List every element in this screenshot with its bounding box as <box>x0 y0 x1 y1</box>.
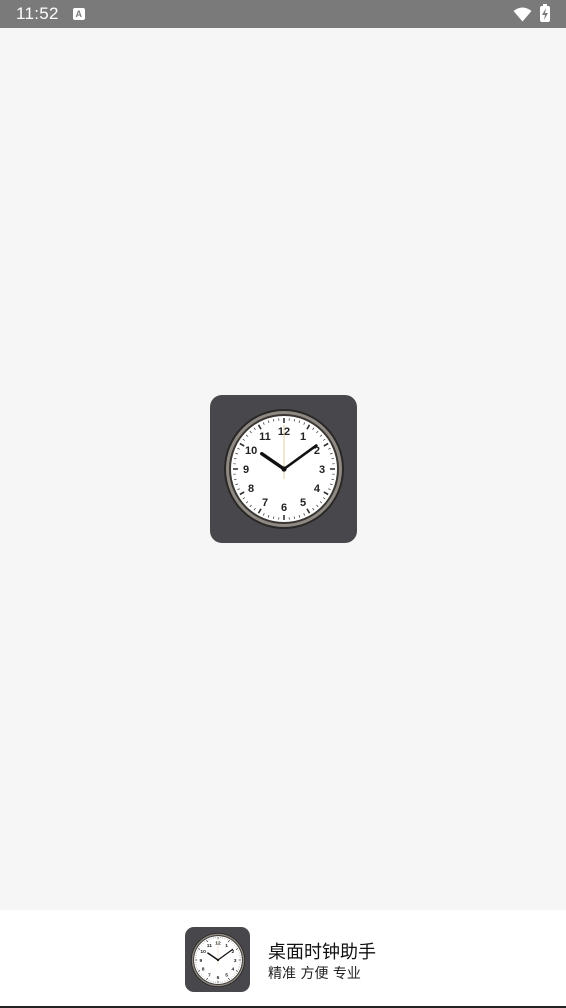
bottom-brand-bar: 12 1 2 3 4 5 6 7 8 9 10 11 桌面时钟助手 精准 方便 专业 <box>0 910 566 1008</box>
notification-letter: A <box>75 8 83 19</box>
status-time: 11:52 <box>16 4 59 23</box>
splash-app-logo: 12 1 2 3 4 5 6 7 8 9 10 11 <box>210 395 357 543</box>
app-tagline: 精准 方便 专业 <box>268 966 361 982</box>
clock-numeral: 1 <box>225 942 228 948</box>
clock-numeral: 1 <box>299 431 305 443</box>
clock-numeral: 8 <box>201 966 204 972</box>
analog-clock-icon: 12 1234567891011 <box>190 932 245 987</box>
clock-numeral: 3 <box>233 957 236 963</box>
clock-numeral: 9 <box>242 464 248 476</box>
status-right-icons <box>513 4 550 22</box>
clock-numeral: 7 <box>261 497 267 509</box>
clock-numeral: 6 <box>280 502 286 514</box>
clock-numeral: 5 <box>225 972 228 978</box>
clock-numeral: 4 <box>313 483 320 495</box>
clock-numeral: 9 <box>199 957 202 963</box>
clock-numeral: 11 <box>259 431 271 443</box>
status-bar: 11:52 A <box>0 0 566 28</box>
clock-numeral: 8 <box>248 483 254 495</box>
clock-numeral: 6 <box>216 974 219 980</box>
clock-numeral: 10 <box>244 445 256 457</box>
analog-clock-icon: 12 1234567891011 <box>223 409 344 529</box>
clock-numeral: 4 <box>231 966 234 972</box>
clock-numeral: 11 <box>206 942 211 948</box>
wifi-icon <box>513 7 532 21</box>
app-name: 桌面时钟助手 <box>268 942 376 963</box>
clock-numeral: 5 <box>299 497 305 509</box>
battery-charging-icon <box>540 4 550 22</box>
app-icon: 12 1 2 3 4 5 6 7 8 9 10 11 <box>185 927 250 992</box>
clock-numeral: 3 <box>318 464 324 476</box>
notification-icon: A <box>72 8 85 20</box>
clock-numeral: 7 <box>208 972 211 978</box>
clock-numeral: 10 <box>200 949 206 955</box>
